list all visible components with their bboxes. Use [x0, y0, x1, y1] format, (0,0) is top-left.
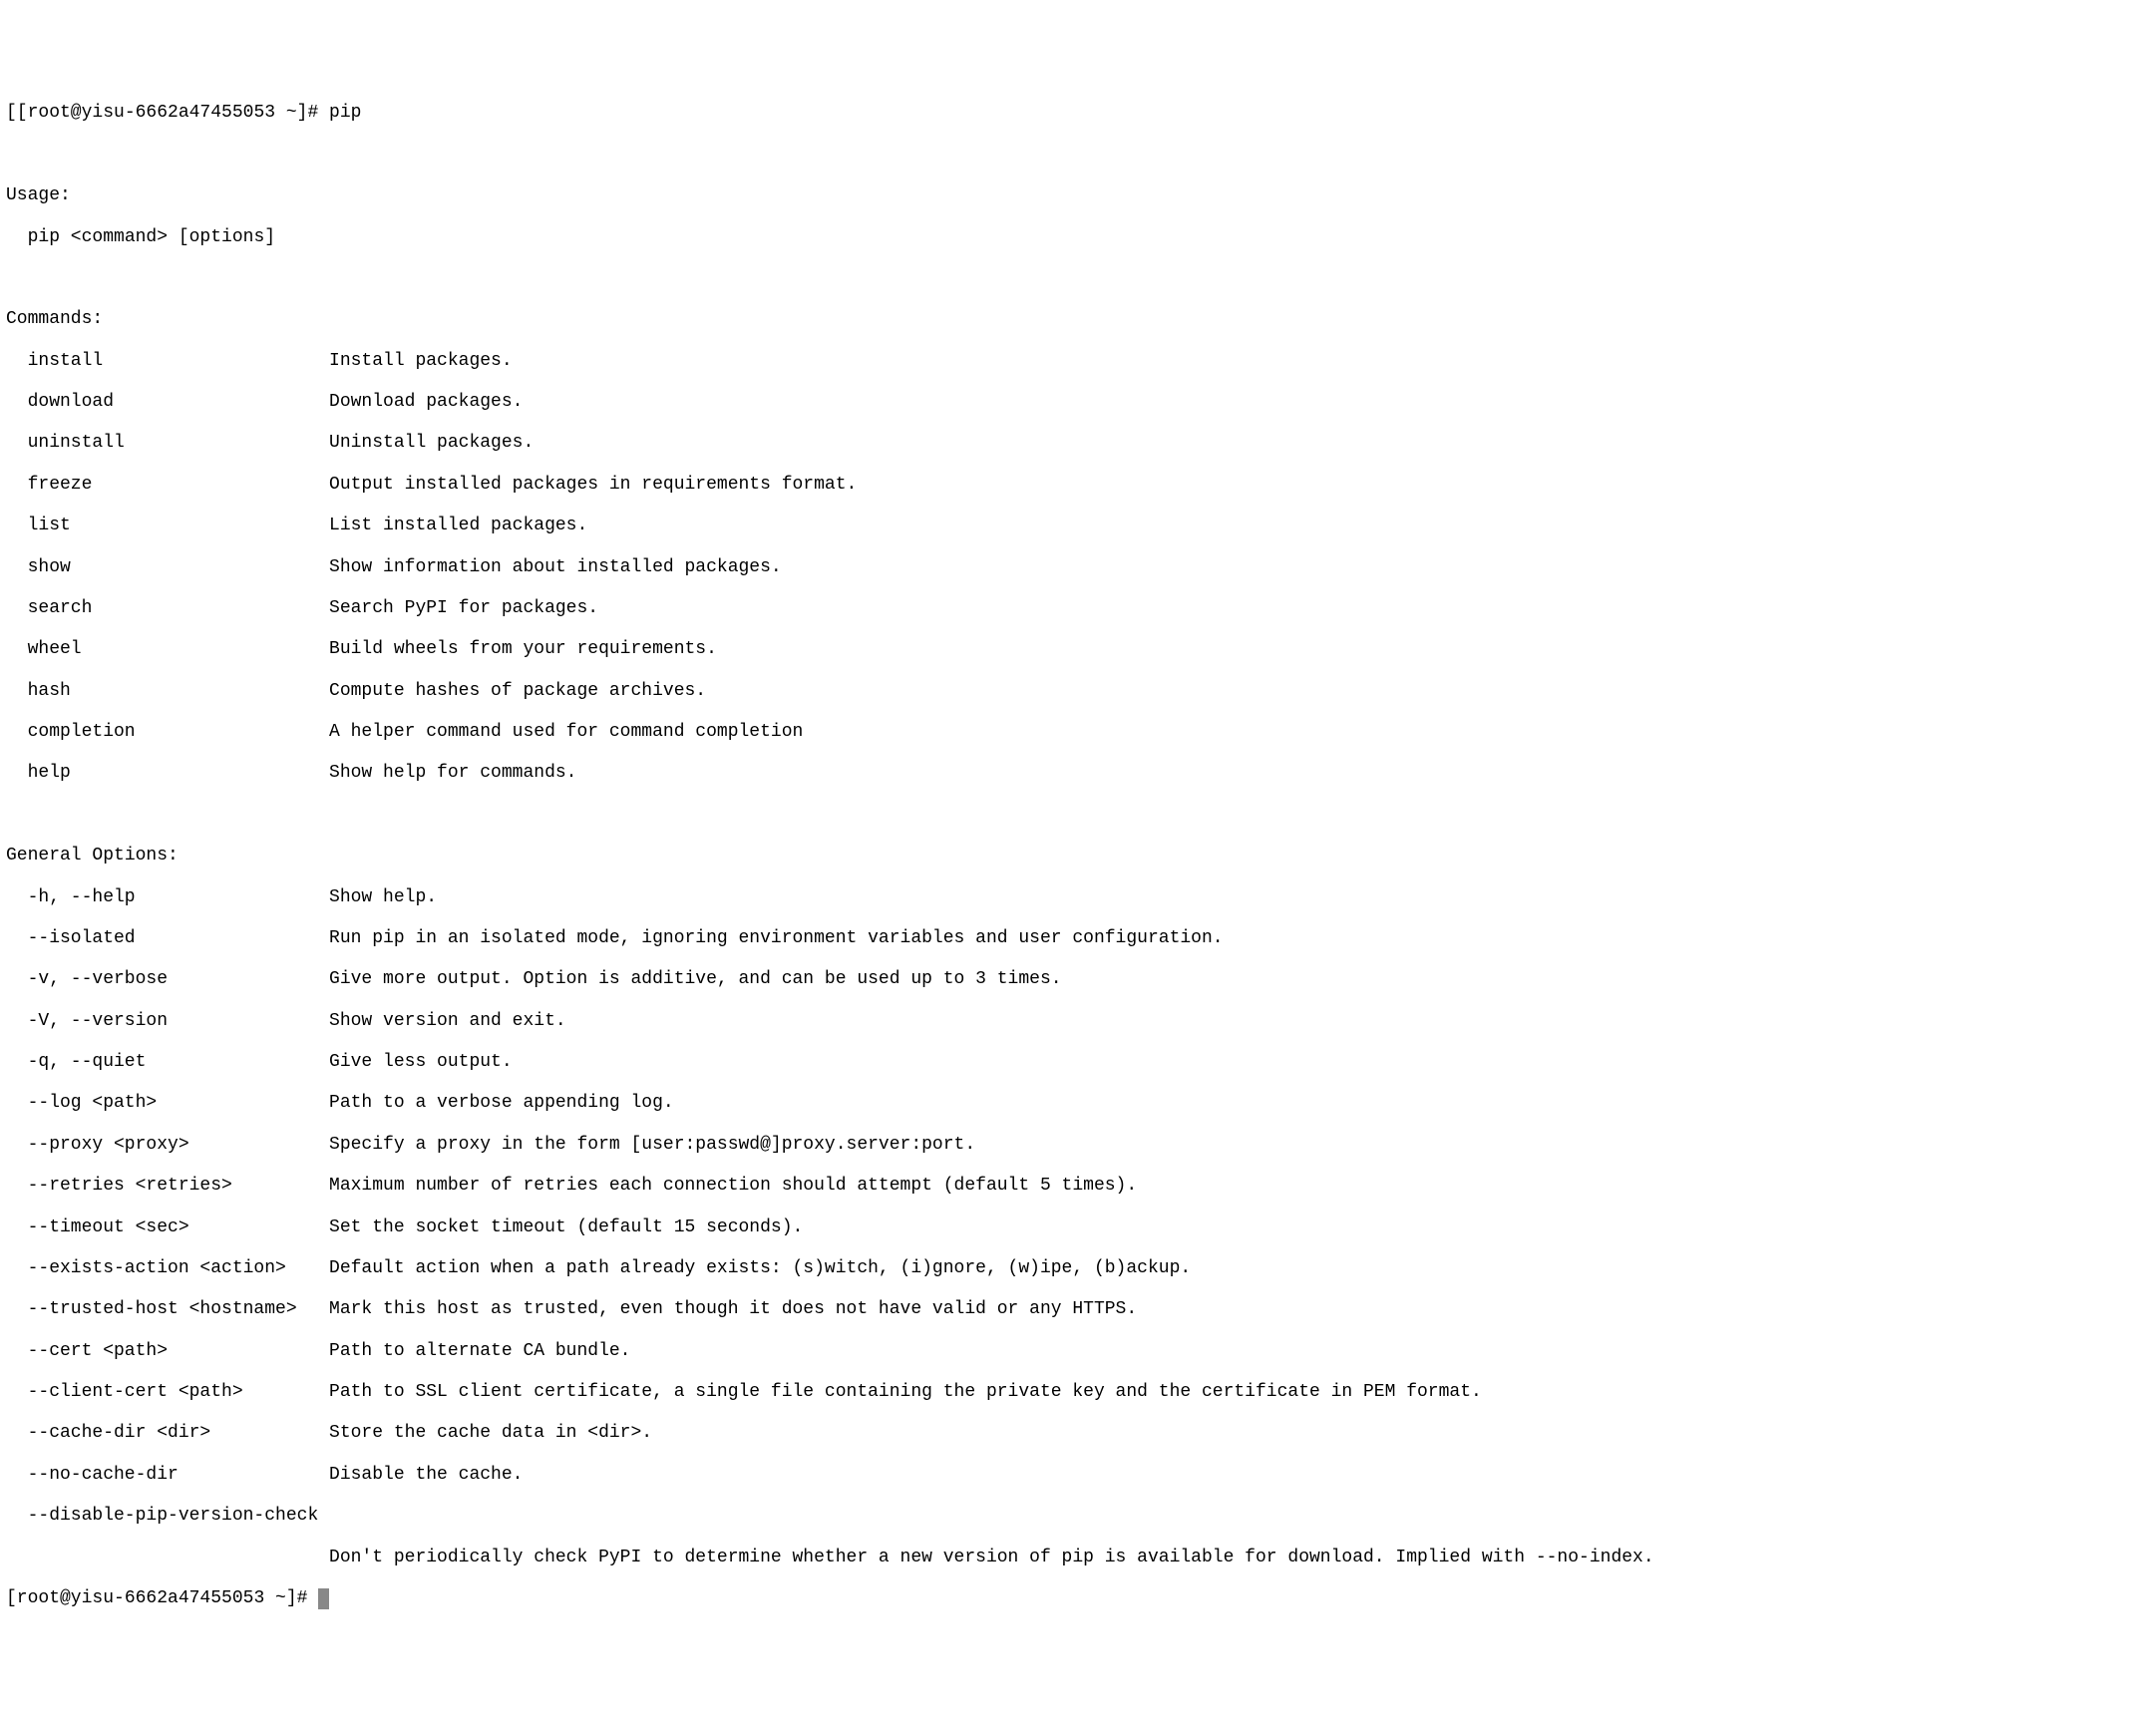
command-desc: Install packages.	[329, 351, 513, 372]
command-name: install	[28, 351, 329, 372]
option-desc: Specify a proxy in the form [user:passwd…	[329, 1135, 975, 1156]
option-name: -V, --version	[28, 1011, 329, 1032]
option-row: -v, --verboseGive more output. Option is…	[6, 969, 2150, 990]
option-desc: Maximum number of retries each connectio…	[329, 1176, 1137, 1197]
option-row: -h, --helpShow help.	[6, 887, 2150, 908]
cursor-icon	[318, 1588, 329, 1609]
command-desc: Show information about installed package…	[329, 557, 782, 578]
option-name: -h, --help	[28, 887, 329, 908]
prompt-line-1: [[root@yisu-6662a47455053 ~]# pip	[6, 103, 2150, 124]
command-desc: Build wheels from your requirements.	[329, 639, 717, 660]
option-row: --disable-pip-version-check	[6, 1506, 2150, 1527]
options-header: General Options:	[6, 846, 2150, 866]
option-row: --cert <path>Path to alternate CA bundle…	[6, 1341, 2150, 1362]
blank-line	[6, 145, 2150, 166]
command-row: searchSearch PyPI for packages.	[6, 598, 2150, 619]
option-row: --retries <retries>Maximum number of ret…	[6, 1176, 2150, 1197]
option-name: -v, --verbose	[28, 969, 329, 990]
command-row: hashCompute hashes of package archives.	[6, 681, 2150, 702]
commands-header: Commands:	[6, 309, 2150, 330]
prompt-line-2[interactable]: [root@yisu-6662a47455053 ~]#	[6, 1588, 2150, 1609]
command-name: uninstall	[28, 433, 329, 454]
command-desc: List installed packages.	[329, 516, 587, 536]
option-name: --retries <retries>	[28, 1176, 329, 1197]
option-row: --cache-dir <dir>Store the cache data in…	[6, 1423, 2150, 1444]
option-desc: Path to alternate CA bundle.	[329, 1341, 630, 1362]
command-row: installInstall packages.	[6, 351, 2150, 372]
shell-prompt: [root@yisu-6662a47455053 ~]#	[6, 1588, 318, 1609]
usage-header: Usage:	[6, 185, 2150, 206]
option-row: --timeout <sec>Set the socket timeout (d…	[6, 1217, 2150, 1238]
option-desc: Set the socket timeout (default 15 secon…	[329, 1217, 803, 1238]
option-name: --log <path>	[28, 1093, 329, 1114]
option-name: --timeout <sec>	[28, 1217, 329, 1238]
blank-line	[6, 268, 2150, 289]
option-name: --disable-pip-version-check	[28, 1506, 329, 1527]
option-name: --no-cache-dir	[28, 1465, 329, 1486]
option-desc: Disable the cache.	[329, 1465, 523, 1486]
option-row: --proxy <proxy>Specify a proxy in the fo…	[6, 1135, 2150, 1156]
command-desc: Download packages.	[329, 392, 523, 413]
option-row: --log <path>Path to a verbose appending …	[6, 1093, 2150, 1114]
option-name: --cert <path>	[28, 1341, 329, 1362]
option-name: --client-cert <path>	[28, 1382, 329, 1403]
command-name: wheel	[28, 639, 329, 660]
command-name: hash	[28, 681, 329, 702]
option-name: --proxy <proxy>	[28, 1135, 329, 1156]
usage-line: pip <command> [options]	[6, 227, 2150, 248]
option-desc: Show help.	[329, 887, 437, 908]
command-row: wheelBuild wheels from your requirements…	[6, 639, 2150, 660]
option-name: --trusted-host <hostname>	[28, 1299, 329, 1320]
command-row: uninstallUninstall packages.	[6, 433, 2150, 454]
command-name: completion	[28, 722, 329, 743]
command-desc: Search PyPI for packages.	[329, 598, 598, 619]
command-row: completionA helper command used for comm…	[6, 722, 2150, 743]
command-desc: A helper command used for command comple…	[329, 722, 803, 743]
command-name: show	[28, 557, 329, 578]
option-desc: Mark this host as trusted, even though i…	[329, 1299, 1137, 1320]
option-row: --no-cache-dirDisable the cache.	[6, 1465, 2150, 1486]
option-desc: Show version and exit.	[329, 1011, 566, 1032]
option-row: --trusted-host <hostname>Mark this host …	[6, 1299, 2150, 1320]
option-name: --exists-action <action>	[28, 1258, 329, 1279]
command-row: showShow information about installed pac…	[6, 557, 2150, 578]
option-desc: Run pip in an isolated mode, ignoring en…	[329, 928, 1224, 949]
command-desc: Output installed packages in requirement…	[329, 475, 857, 496]
option-desc: Path to a verbose appending log.	[329, 1093, 674, 1114]
option-name: --cache-dir <dir>	[28, 1423, 329, 1444]
command-desc: Compute hashes of package archives.	[329, 681, 706, 702]
command-row: downloadDownload packages.	[6, 392, 2150, 413]
option-row: --isolatedRun pip in an isolated mode, i…	[6, 928, 2150, 949]
option-desc: Path to SSL client certificate, a single…	[329, 1382, 1482, 1403]
option-wrapped-desc: Don't periodically check PyPI to determi…	[6, 1548, 2150, 1568]
command-name: search	[28, 598, 329, 619]
command-desc: Uninstall packages.	[329, 433, 534, 454]
command-row: freezeOutput installed packages in requi…	[6, 475, 2150, 496]
command-name: list	[28, 516, 329, 536]
option-desc: Don't periodically check PyPI to determi…	[329, 1548, 1654, 1568]
option-row: --client-cert <path>Path to SSL client c…	[6, 1382, 2150, 1403]
option-row: -q, --quietGive less output.	[6, 1052, 2150, 1073]
command-row: listList installed packages.	[6, 516, 2150, 536]
command-name: help	[28, 763, 329, 784]
terminal-output: [[root@yisu-6662a47455053 ~]# pip Usage:…	[6, 83, 2150, 1630]
command-desc: Show help for commands.	[329, 763, 576, 784]
option-name: --isolated	[28, 928, 329, 949]
command-row: helpShow help for commands.	[6, 763, 2150, 784]
option-row: --exists-action <action>Default action w…	[6, 1258, 2150, 1279]
option-desc: Give less output.	[329, 1052, 513, 1073]
option-desc: Give more output. Option is additive, an…	[329, 969, 1062, 990]
command-name: download	[28, 392, 329, 413]
command-name: freeze	[28, 475, 329, 496]
option-name: -q, --quiet	[28, 1052, 329, 1073]
option-desc: Store the cache data in <dir>.	[329, 1423, 652, 1444]
option-desc: Default action when a path already exist…	[329, 1258, 1191, 1279]
option-row: -V, --versionShow version and exit.	[6, 1011, 2150, 1032]
blank-line	[6, 805, 2150, 826]
